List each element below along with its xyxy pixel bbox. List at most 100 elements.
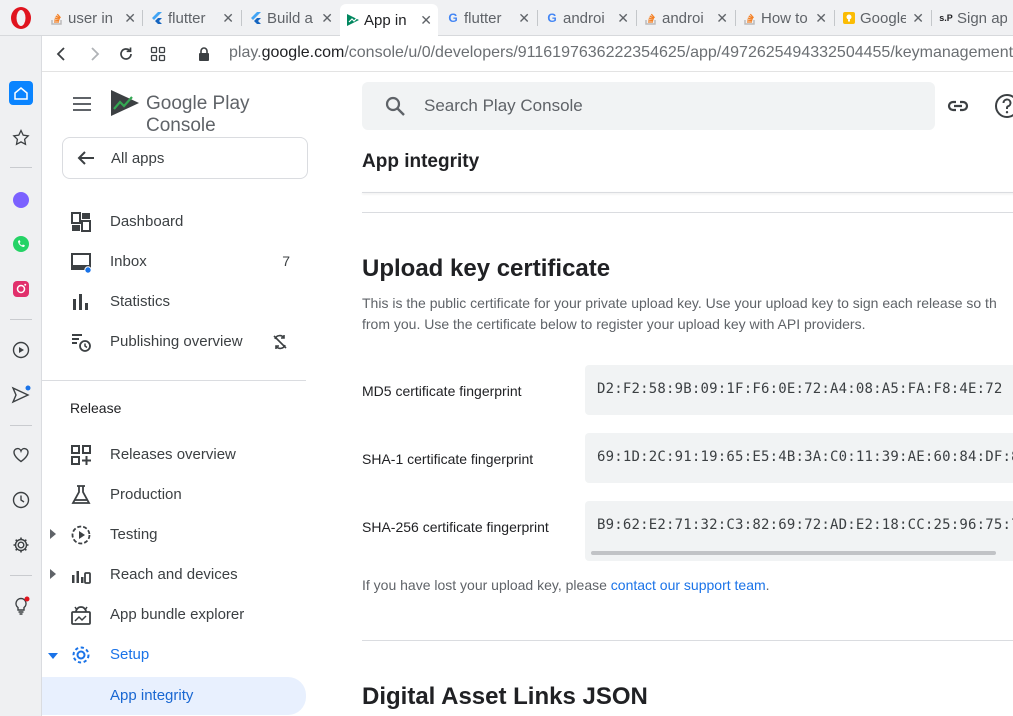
nav-label: Production [110,486,182,503]
sha1-fingerprint-field[interactable]: 69:1D:2C:91:19:65:E5:4B:3A:C0:11:39:AE:6… [585,433,1013,483]
dashboard-icon [71,212,91,232]
help-icon[interactable] [994,93,1013,119]
all-apps-button[interactable]: All apps [62,137,308,179]
messenger-icon[interactable] [9,188,33,212]
nav-label: Statistics [110,293,171,310]
tab-app-integrity[interactable]: App in ✕ [340,4,438,36]
heart-icon[interactable] [9,443,33,467]
tab-separator [834,10,835,26]
close-tab-icon[interactable]: ✕ [124,10,136,27]
md5-value[interactable]: D2:F2:58:9B:09:1F:F6:0E:72:A4:08:A5:FA:F… [597,381,1003,397]
nav-label: Publishing overview [110,333,243,350]
home-icon[interactable] [9,81,33,105]
play-console-icon [346,13,360,27]
close-tab-icon[interactable]: ✕ [617,10,629,27]
description-line: from you. Use the certificate below to r… [362,316,866,332]
flow-send-icon[interactable] [9,383,33,407]
stackoverflow-icon [644,11,658,25]
instagram-icon[interactable] [9,277,33,301]
nav-item-inbox[interactable]: Inbox 7 [42,244,306,280]
sidebar-divider [10,167,32,168]
digital-asset-links-heading: Digital Asset Links JSON [362,683,648,710]
close-tab-icon[interactable]: ✕ [716,10,728,27]
link-icon[interactable] [946,94,970,118]
lost-key-prefix: If you have lost your upload key, please [362,577,611,593]
settings-gear-icon[interactable] [9,533,33,557]
address-bar: play.google.com/console/u/0/developers/9… [42,36,1013,72]
sha256-fingerprint-field[interactable]: B9:62:E2:71:32:C3:82:69:72:AD:E2:18:CC:2… [585,501,1013,561]
arrow-back-icon [77,151,94,165]
md5-label: MD5 certificate fingerprint [362,383,522,399]
search-bar[interactable]: Search Play Console [362,82,935,130]
nav-item-statistics[interactable]: Statistics [42,284,306,320]
close-tab-icon[interactable]: ✕ [420,12,432,29]
header-divider [362,192,1013,193]
close-tab-icon[interactable]: ✕ [518,10,530,27]
tab-build-a[interactable]: Build a ✕ [243,4,339,32]
sha256-value[interactable]: B9:62:E2:71:32:C3:82:69:72:AD:E2:18:CC:2… [597,517,1013,533]
nav-item-releases-overview[interactable]: Releases overview [42,437,306,473]
close-tab-icon[interactable]: ✕ [912,10,924,27]
lock-icon[interactable] [192,42,216,66]
managed-publishing-off-icon[interactable] [272,334,288,350]
lost-key-suffix: . [765,577,770,593]
nav-divider [42,380,306,381]
url-text[interactable]: play.google.com/console/u/0/developers/9… [229,44,1013,62]
expand-caret-icon[interactable] [50,569,56,579]
forward-icon[interactable] [82,42,106,66]
tab-how-to[interactable]: How to ✕ [737,4,833,32]
sidebar-divider [10,319,32,320]
nav-item-dashboard[interactable]: Dashboard [42,204,306,240]
hamburger-menu-icon[interactable] [72,96,92,112]
production-icon [71,485,91,504]
tab-separator [735,10,736,26]
nav-item-reach-and-devices[interactable]: Reach and devices [42,557,306,593]
sha1-label: SHA-1 certificate fingerprint [362,451,534,467]
close-tab-icon[interactable]: ✕ [815,10,827,27]
nav-item-publishing-overview[interactable]: Publishing overview [42,324,306,360]
speed-dial-icon[interactable] [146,42,170,66]
app-title[interactable]: Google Play Console [146,93,320,137]
collapse-caret-icon[interactable] [48,653,58,659]
tab-android-so[interactable]: androi ✕ [638,4,734,32]
back-icon[interactable] [50,42,74,66]
tab-flutter-1[interactable]: flutter ✕ [144,4,240,32]
whatsapp-icon[interactable] [9,232,33,256]
tab-sign-app[interactable]: s.P Sign ap [933,4,1013,32]
opera-logo-icon[interactable] [9,6,33,30]
upload-key-heading: Upload key certificate [362,255,611,282]
nav-label: Reach and devices [110,566,238,583]
horizontal-scrollbar[interactable] [591,551,996,555]
tab-flutter-google[interactable]: G flutter ✕ [440,4,536,32]
nav-item-production[interactable]: Production [42,477,306,513]
section-label-release: Release [70,400,122,416]
statistics-icon [73,294,88,310]
flutter-icon [249,11,263,25]
tab-separator [636,10,637,26]
nav-label: Setup [110,646,150,663]
tab-separator [142,10,143,26]
nav-item-app-integrity[interactable]: App integrity [42,677,306,715]
tab-google-keep[interactable]: Google ✕ [836,4,930,32]
nav-item-app-bundle-explorer[interactable]: App bundle explorer [42,597,306,633]
play-console-logo-icon[interactable] [110,88,140,118]
player-icon[interactable] [9,338,33,362]
expand-caret-icon[interactable] [50,529,56,539]
flutter-icon [150,11,164,25]
contact-support-link[interactable]: contact our support team [611,577,766,593]
play-console-sidebar: Google Play Console All apps Dashboard I… [42,72,320,716]
md5-fingerprint-field[interactable]: D2:F2:58:9B:09:1F:F6:0E:72:A4:08:A5:FA:F… [585,365,1013,415]
sha1-value[interactable]: 69:1D:2C:91:19:65:E5:4B:3A:C0:11:39:AE:6… [597,449,1013,465]
nav-item-setup[interactable]: Setup [42,637,306,673]
lightbulb-icon[interactable] [9,594,33,618]
bookmarks-icon[interactable] [9,126,33,150]
close-tab-icon[interactable]: ✕ [222,10,234,27]
main-content: Search Play Console App integrity Upload… [320,72,1013,716]
history-clock-icon[interactable] [9,488,33,512]
close-tab-icon[interactable]: ✕ [321,10,333,27]
tab-user-in[interactable]: user in ✕ [44,4,142,32]
inbox-count-badge: 7 [282,253,290,269]
nav-item-testing[interactable]: Testing [42,517,306,553]
reload-icon[interactable] [114,42,138,66]
tab-android-google[interactable]: G androi ✕ [539,4,635,32]
